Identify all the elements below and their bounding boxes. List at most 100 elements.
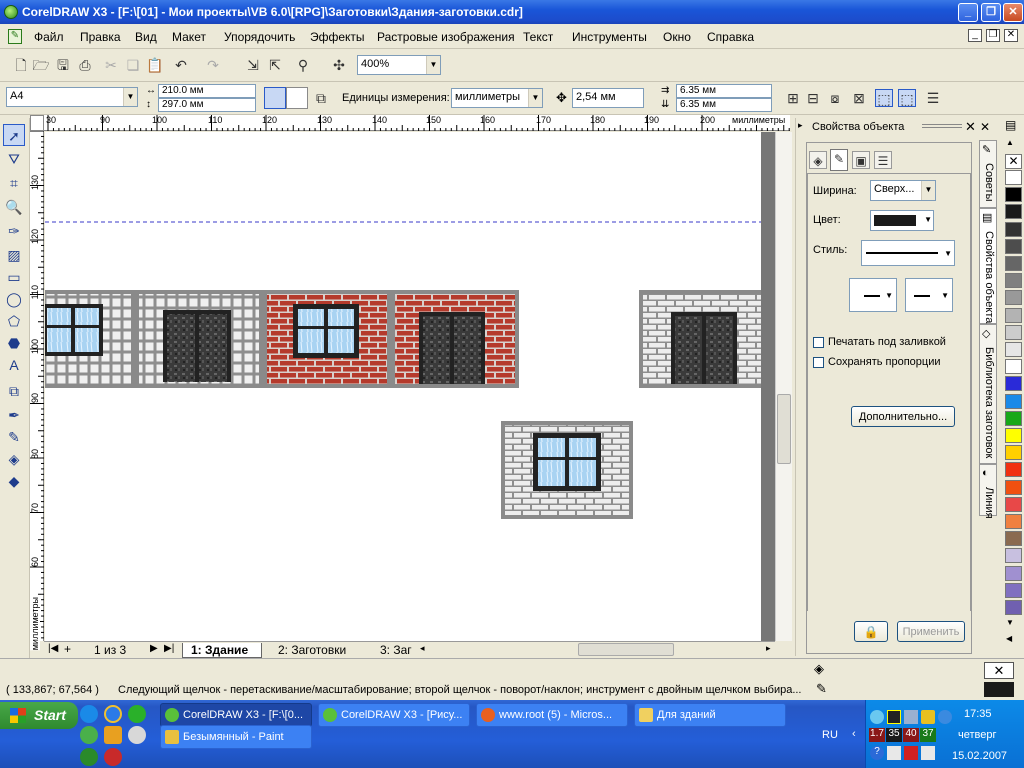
tray-temp2-value[interactable]: 40 xyxy=(903,728,919,742)
undo-icon[interactable]: ↶ xyxy=(172,56,190,74)
first-page-icon[interactable]: |◀ xyxy=(48,643,58,654)
palette-swatch[interactable] xyxy=(1005,393,1022,409)
title-bar[interactable]: CorelDRAW X3 - [F:\[01] - Мои проекты\VB… xyxy=(0,0,1024,24)
open-icon[interactable]: 🗁 xyxy=(32,56,50,74)
scroll-left-icon[interactable]: ◂ xyxy=(420,643,425,654)
palette-swatch[interactable] xyxy=(1005,359,1022,375)
menu-edit[interactable]: Правка xyxy=(80,30,121,44)
outline-status-icon[interactable]: ✎ xyxy=(816,681,827,697)
chevron-down-icon[interactable]: ▼ xyxy=(941,291,949,300)
docker-tab-preset-library[interactable]: ◇ Библиотека заготовок xyxy=(979,324,997,464)
outline-tool-icon[interactable]: ✎ xyxy=(3,426,25,448)
task-paint[interactable]: Безымянный - Paint xyxy=(160,725,312,749)
scale-with-image-checkbox[interactable] xyxy=(813,357,824,368)
docker-tabs-close-icon[interactable]: ✕ xyxy=(980,120,990,134)
docker-close-icon[interactable]: ✕ xyxy=(965,119,976,135)
task-coreldraw-main[interactable]: CorelDRAW X3 - [F:\[0... xyxy=(160,703,312,727)
chevron-down-icon[interactable]: ▼ xyxy=(528,89,542,107)
coreldraw-app-icon[interactable] xyxy=(4,5,18,19)
quicklaunch-explorer-icon[interactable] xyxy=(128,726,146,744)
task-coreldraw-second[interactable]: CorelDRAW X3 - [Рису... xyxy=(318,703,470,727)
tray-temp3-value[interactable]: 37 xyxy=(920,728,936,742)
duplicate-y-field[interactable]: 6.35 мм xyxy=(676,98,772,112)
behind-fill-checkbox[interactable] xyxy=(813,337,824,348)
vertical-scrollbar[interactable] xyxy=(775,132,792,641)
snap-guides-icon[interactable]: ⊟ xyxy=(804,89,822,107)
outline-color-picker[interactable]: ▼ xyxy=(870,210,934,231)
drawing-canvas[interactable] xyxy=(45,132,775,641)
palette-swatch[interactable] xyxy=(1005,514,1022,529)
task-browser[interactable]: www.root (5) - Micros... xyxy=(476,703,628,727)
docker-tab-hints[interactable]: ✎ Советы xyxy=(979,140,997,208)
palette-swatch[interactable] xyxy=(1005,565,1022,581)
import-icon[interactable]: ⇲ xyxy=(244,56,262,74)
chevron-down-icon[interactable]: ▼ xyxy=(885,291,893,300)
palette-scroll-down-icon[interactable]: ▼ xyxy=(1006,618,1014,627)
palette-scroll-up-icon[interactable]: ▲ xyxy=(1006,138,1014,147)
redo-icon[interactable]: ↷ xyxy=(204,56,222,74)
page-size-select[interactable]: A4 ▼ xyxy=(6,87,138,107)
ruler-origin[interactable] xyxy=(30,115,44,131)
smart-fill-tool-icon[interactable]: ▨ xyxy=(3,244,25,266)
menu-file[interactable]: Файл xyxy=(34,30,64,44)
tab-fill-icon[interactable]: ◈ xyxy=(809,151,827,169)
outline-width-select[interactable]: Сверх... ▼ xyxy=(870,180,936,201)
clock-time[interactable]: 17:35 xyxy=(964,708,992,720)
menu-help[interactable]: Справка xyxy=(707,30,754,44)
tab-summary-icon[interactable]: ☰ xyxy=(874,151,892,169)
palette-expand-icon[interactable]: ◀ xyxy=(1006,634,1012,643)
interactive-fill-tool-icon[interactable]: ◆ xyxy=(3,470,25,492)
quicklaunch-ie-icon[interactable] xyxy=(104,705,122,723)
chevron-down-icon[interactable]: ▼ xyxy=(921,181,935,200)
units-select[interactable]: миллиметры ▼ xyxy=(451,88,543,108)
horizontal-ruler[interactable]: 30 90 100 110 120 130 140 150 160 170 18… xyxy=(44,115,790,131)
eyedropper-tool-icon[interactable]: ✒ xyxy=(3,404,25,426)
page-tab-1[interactable]: 1: Здание xyxy=(182,643,262,658)
page-tab-2[interactable]: 2: Заготовки xyxy=(268,643,364,658)
menu-arrange[interactable]: Упорядочить xyxy=(224,30,295,44)
palette-swatch[interactable] xyxy=(1005,462,1022,478)
menu-window[interactable]: Окно xyxy=(663,30,691,44)
palette-swatch[interactable] xyxy=(1005,445,1022,461)
more-button[interactable]: Дополнительно... xyxy=(851,406,955,427)
landscape-button[interactable] xyxy=(286,87,308,109)
all-pages-icon[interactable]: ⧉ xyxy=(312,89,330,107)
last-page-icon[interactable]: ▶| xyxy=(164,643,174,654)
mdi-minimize-button[interactable]: _ xyxy=(968,29,982,42)
page-width-field[interactable]: 210.0 мм xyxy=(158,84,256,98)
export-icon[interactable]: ⇱ xyxy=(266,56,284,74)
menu-view[interactable]: Вид xyxy=(135,30,157,44)
zoom-level-select[interactable]: 400% ▼ xyxy=(357,55,441,75)
end-arrow-select[interactable]: ▼ xyxy=(905,278,953,312)
tray-temp-value[interactable]: 35 xyxy=(886,728,902,742)
tray-app-icon[interactable] xyxy=(887,710,901,724)
menu-bitmaps[interactable]: Растровые изображения xyxy=(377,30,515,44)
task-folder[interactable]: Для зданий xyxy=(634,703,786,727)
language-indicator[interactable]: RU xyxy=(822,729,838,741)
fill-status-icon[interactable]: ◈ xyxy=(814,661,824,677)
minimize-button[interactable]: _ xyxy=(958,3,978,22)
tray-app-icon[interactable] xyxy=(921,710,935,724)
palette-swatch[interactable] xyxy=(1005,600,1022,615)
vertical-ruler[interactable]: 130 120 110 100 90 80 70 60 миллиметры xyxy=(30,131,44,651)
menu-tools[interactable]: Инструменты xyxy=(572,30,647,44)
docker-grip[interactable] xyxy=(922,124,962,128)
mdi-restore-button[interactable]: ❐ xyxy=(986,29,1000,42)
menu-text[interactable]: Текст xyxy=(523,30,553,44)
zoom-tool-icon[interactable]: 🔍 xyxy=(3,196,25,218)
tray-cpu-value[interactable]: 1.7 xyxy=(869,728,885,742)
polygon-tool-icon[interactable]: ⬠ xyxy=(3,310,25,332)
palette-swatch[interactable] xyxy=(1005,342,1022,357)
dynamic-guides-icon[interactable]: ⊠ xyxy=(850,89,868,107)
chevron-down-icon[interactable]: ▼ xyxy=(426,56,440,74)
palette-swatch[interactable] xyxy=(1005,548,1022,564)
next-page-icon[interactable]: ▶ xyxy=(150,643,158,654)
palette-swatch[interactable] xyxy=(1005,307,1022,323)
print-icon[interactable]: ⎙ xyxy=(76,56,94,74)
palette-swatch[interactable] xyxy=(1005,324,1022,340)
chevron-down-icon[interactable]: ▼ xyxy=(924,215,932,224)
palette-swatch[interactable] xyxy=(1005,238,1022,254)
palette-swatch[interactable] xyxy=(1005,170,1022,185)
apply-button[interactable]: Применить xyxy=(897,621,965,642)
lock-button[interactable]: 🔒 xyxy=(854,621,888,642)
